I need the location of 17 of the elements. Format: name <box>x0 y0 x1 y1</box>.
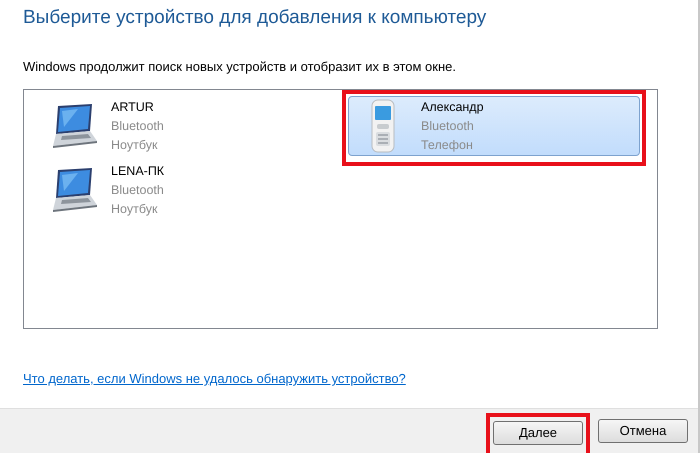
device-type: Ноутбук <box>111 200 158 218</box>
help-link[interactable]: Что делать, если Windows не удалось обнаружить устройство? <box>23 369 406 388</box>
device-type: Телефон <box>421 136 474 154</box>
device-connection: Bluetooth <box>111 182 164 198</box>
device-name: LENA-ПК <box>111 162 164 180</box>
device-item[interactable]: ARTUR Bluetooth Ноутбук <box>38 96 330 156</box>
dialog-button[interactable]: Далее <box>493 420 583 445</box>
dialog-button[interactable]: Отмена <box>598 418 688 443</box>
device-connection: Bluetooth <box>111 118 164 134</box>
instruction-text: Windows продолжит поиск новых устройств и отобразит их в этом окне. <box>23 58 457 76</box>
device-type: Ноутбук <box>111 136 158 154</box>
device-item[interactable]: Александр Bluetooth Телефон <box>348 96 640 156</box>
device-name: Александр <box>421 98 484 116</box>
dialog-heading: Выберите устройство для добавления к компьютеру <box>23 6 488 30</box>
device-name: ARTUR <box>111 98 155 116</box>
device-connection: Bluetooth <box>421 118 475 134</box>
device-item[interactable]: LENA-ПК Bluetooth Ноутбук <box>38 160 330 220</box>
